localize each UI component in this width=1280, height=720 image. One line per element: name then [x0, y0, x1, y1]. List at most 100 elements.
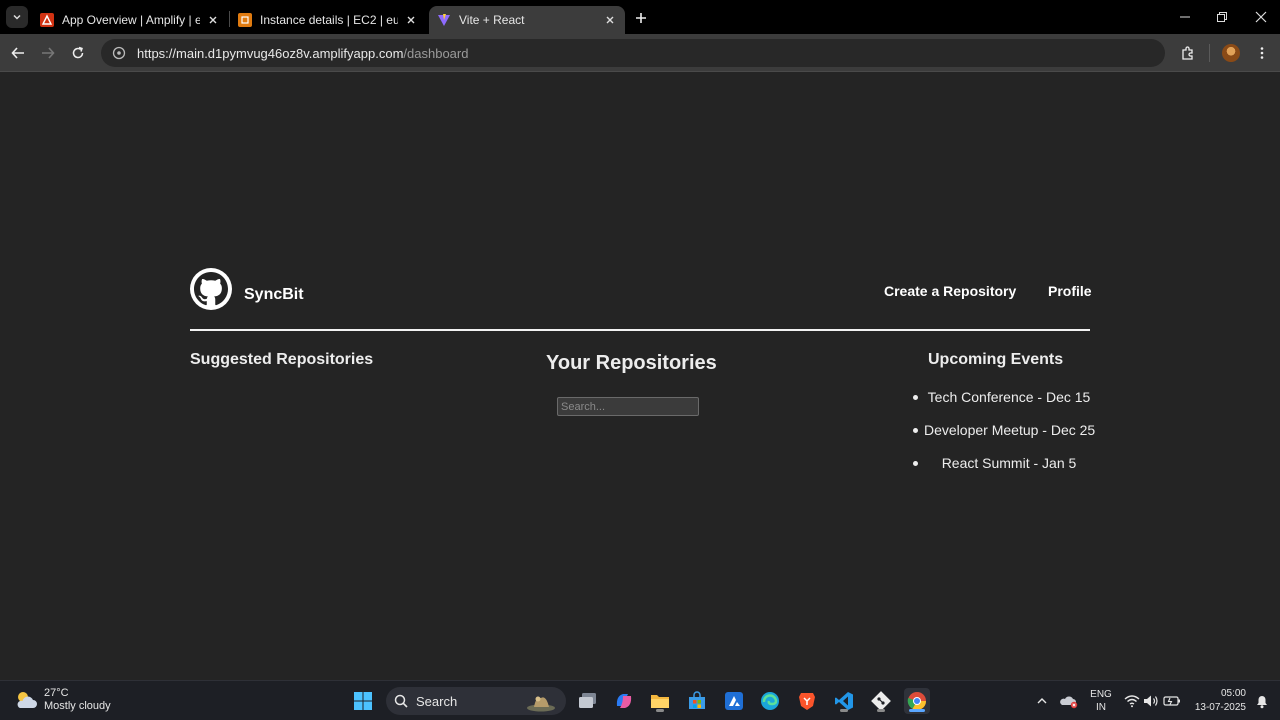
browser-tab-bar: App Overview | Amplify | eu-no Instance …	[0, 0, 1280, 34]
browser-menu-button[interactable]	[1251, 42, 1273, 64]
repository-search-input[interactable]	[557, 397, 699, 416]
kebab-menu-icon	[1260, 47, 1264, 59]
back-button[interactable]	[7, 42, 29, 64]
notifications-button[interactable]	[1249, 688, 1275, 714]
bullet-icon	[913, 428, 918, 433]
create-repository-link[interactable]: Create a Repository	[884, 283, 1016, 299]
extensions-button[interactable]	[1177, 42, 1199, 64]
running-indicator	[909, 709, 925, 712]
git-app-button[interactable]	[868, 688, 894, 714]
brave-button[interactable]	[794, 688, 820, 714]
list-item: Developer Meetup - Dec 25	[912, 420, 1095, 453]
brave-icon	[799, 693, 815, 710]
new-tab-button[interactable]	[631, 8, 651, 28]
tab-title: Vite + React	[459, 13, 525, 27]
dashboard-page: SyncBit Create a Repository Profile Sugg…	[0, 73, 1280, 680]
edge-icon	[761, 692, 779, 710]
close-icon	[1255, 11, 1267, 23]
tab-vite-react[interactable]: Vite + React	[429, 6, 625, 34]
minimize-icon	[1180, 16, 1190, 18]
vite-icon	[437, 13, 451, 27]
search-icon	[394, 694, 408, 708]
copilot-icon	[616, 694, 632, 708]
task-view-icon	[579, 693, 596, 708]
puzzle-icon	[1182, 46, 1193, 60]
profile-link[interactable]: Profile	[1048, 283, 1092, 299]
close-icon[interactable]	[603, 13, 617, 27]
url-host: https://main.d1pymvug46oz8v.amplifyapp.c…	[137, 45, 404, 61]
chevron-down-icon	[13, 14, 21, 20]
windows-logo-icon	[354, 692, 372, 710]
chrome-button[interactable]	[904, 688, 930, 714]
url-path: /dashboard	[403, 45, 469, 61]
running-indicator	[840, 709, 848, 712]
tab-amplify[interactable]: App Overview | Amplify | eu-no	[32, 6, 228, 34]
site-info-icon[interactable]	[111, 45, 127, 61]
close-icon[interactable]	[404, 13, 418, 27]
forward-button[interactable]	[37, 42, 59, 64]
avatar	[1222, 44, 1240, 62]
bell-icon	[1257, 696, 1267, 709]
edge-button[interactable]	[757, 688, 783, 714]
input-language[interactable]: ENG IN	[1089, 688, 1113, 714]
microsoft-store-button[interactable]	[684, 688, 710, 714]
chevron-up-icon	[1037, 698, 1047, 704]
cloud-sync-off-icon	[1060, 696, 1078, 709]
ec2-icon	[238, 13, 252, 27]
running-indicator	[656, 709, 664, 712]
folder-icon	[651, 695, 669, 708]
close-icon[interactable]	[206, 13, 220, 27]
taskbar-search[interactable]: Search	[386, 687, 566, 715]
tab-title: Instance details | EC2 | eu-north	[260, 13, 398, 27]
store-icon	[689, 691, 705, 709]
arrow-left-icon	[11, 47, 24, 59]
clock-time: 05:00	[1220, 688, 1246, 699]
amplify-icon	[40, 13, 54, 27]
file-explorer-button[interactable]	[647, 688, 673, 714]
vscode-icon	[835, 692, 853, 710]
minimize-button[interactable]	[1174, 6, 1196, 28]
plus-icon	[636, 13, 646, 23]
reload-button[interactable]	[67, 42, 89, 64]
address-bar[interactable]: https://main.d1pymvug46oz8v.amplifyapp.c…	[101, 39, 1165, 67]
onedrive-button[interactable]	[1056, 688, 1082, 714]
weather-description: Mostly cloudy	[44, 700, 111, 712]
upcoming-events-heading: Upcoming Events	[928, 351, 1064, 368]
tab-ec2[interactable]: Instance details | EC2 | eu-north	[230, 6, 426, 34]
git-icon	[871, 691, 891, 711]
copilot-button[interactable]	[611, 688, 637, 714]
clock-date: 13-07-2025	[1194, 702, 1246, 713]
search-highlight-icon	[527, 696, 555, 712]
task-view-button[interactable]	[575, 688, 601, 714]
restore-icon	[1217, 12, 1227, 22]
reload-icon	[72, 46, 84, 59]
restore-button[interactable]	[1211, 6, 1233, 28]
azure-icon	[725, 692, 743, 710]
azure-app-button[interactable]	[721, 688, 747, 714]
close-window-button[interactable]	[1250, 6, 1272, 28]
brand-name: SyncBit	[244, 286, 304, 303]
battery-icon	[1163, 696, 1180, 706]
windows-taskbar: 27°C Mostly cloudy Search ENG IN 05:00 1…	[0, 680, 1280, 720]
start-button[interactable]	[350, 688, 376, 714]
bullet-icon	[913, 395, 918, 400]
tab-title: App Overview | Amplify | eu-no	[62, 13, 200, 27]
taskbar-clock[interactable]: 05:00 13-07-2025	[1186, 687, 1246, 715]
github-logo-icon[interactable]	[190, 268, 232, 310]
tab-search-button[interactable]	[6, 6, 28, 28]
weather-widget[interactable]: 27°C Mostly cloudy	[14, 687, 111, 713]
list-item: Tech Conference - Dec 15	[912, 387, 1094, 420]
vscode-button[interactable]	[831, 688, 857, 714]
cloudy-weather-icon	[17, 692, 37, 708]
show-hidden-icons-button[interactable]	[1029, 688, 1055, 714]
battery-button[interactable]	[1159, 688, 1185, 714]
running-indicator	[877, 709, 885, 712]
speaker-icon	[1144, 695, 1158, 707]
header-divider	[190, 329, 1090, 331]
chrome-icon	[907, 692, 926, 711]
profile-button[interactable]	[1220, 42, 1242, 64]
browser-toolbar: https://main.d1pymvug46oz8v.amplifyapp.c…	[0, 34, 1280, 72]
list-item: React Summit - Jan 5	[912, 453, 1094, 486]
events-list: Tech Conference - Dec 15 Developer Meetu…	[912, 387, 1095, 486]
bullet-icon	[913, 461, 918, 466]
